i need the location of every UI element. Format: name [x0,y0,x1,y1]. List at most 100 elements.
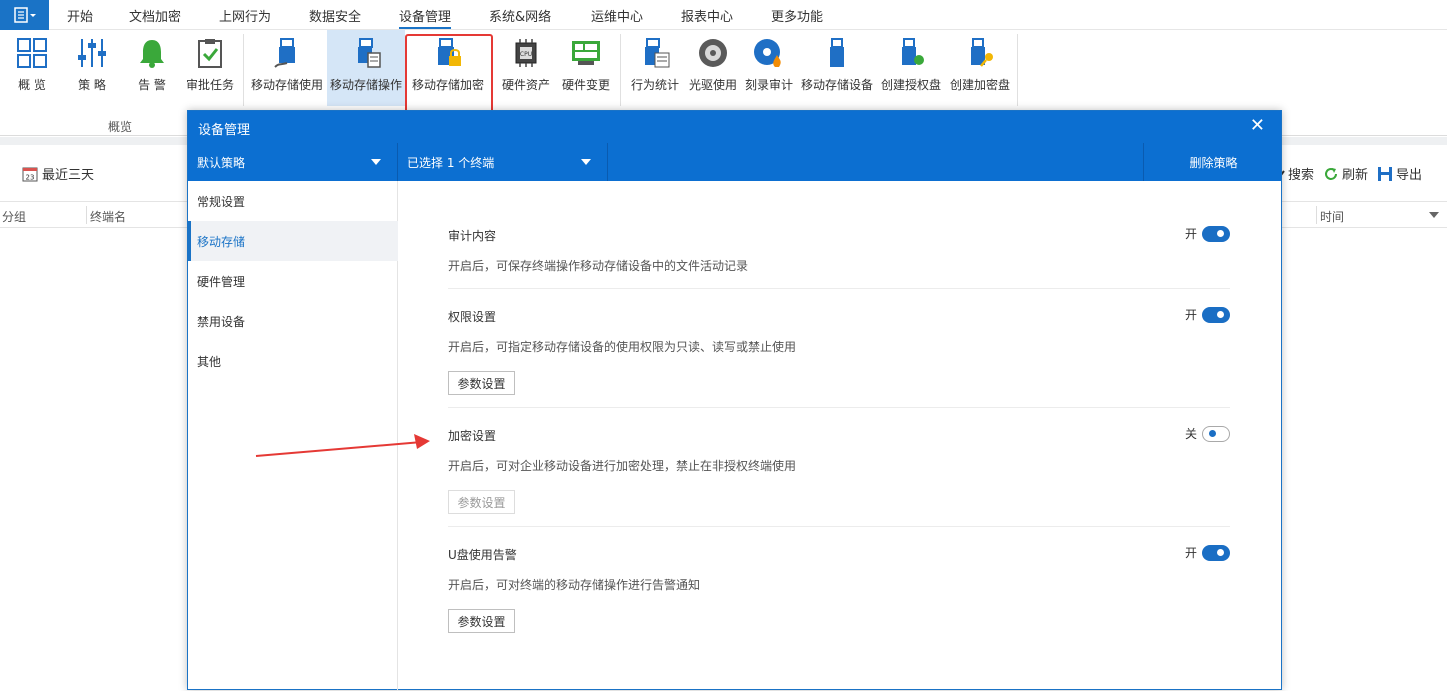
column-time[interactable]: 时间 [1320,208,1344,225]
column-separator [1316,206,1317,224]
menu-item-start[interactable]: 开始 [67,6,93,25]
sidebar-item-hardware[interactable]: 硬件管理 [188,261,398,301]
encryption-params-button[interactable]: 参数设置 [448,490,515,514]
cd-drive-button[interactable]: 光驱使用 [686,30,740,106]
toggle-state-label: 开 [1184,308,1197,322]
close-icon[interactable]: ✕ [1250,115,1265,136]
create-auth-disk-button[interactable]: 创建授权盘 [880,30,942,106]
menu-item-web-behavior[interactable]: 上网行为 [219,6,271,25]
export-button[interactable]: 导出 [1377,164,1422,183]
terminal-select[interactable]: 已选择 1 个终端 [398,143,608,181]
ribbon-separator [1017,34,1018,106]
hardware-assets-button[interactable]: CPU 硬件资产 [500,30,552,106]
delete-policy-label: 删除策略 [1189,155,1238,170]
behavior-stats-label: 行为统计 [630,78,679,92]
alarm-button[interactable]: 告 警 [128,30,176,106]
overview-button[interactable]: 概 览 [8,30,56,106]
cpu-icon: CPU [509,36,543,70]
setting-description: 开启后，可对终端的移动存储操作进行告警通知 [448,578,701,592]
setting-title: 权限设置 [448,310,497,324]
usb-device-button[interactable]: 移动存储设备 [800,30,874,106]
permission-toggle[interactable]: 开 [1185,306,1230,323]
hardware-change-button[interactable]: 硬件变更 [560,30,612,106]
setting-usb-alarm: U盘使用告警 开启后，可对终端的移动存储操作进行告警通知 开 参数设置 [448,544,1230,646]
column-group[interactable]: 分组 [2,208,26,225]
date-range-button[interactable]: 23 最近三天 [22,164,94,183]
sidebar-item-removable-storage[interactable]: 移动存储 [188,221,398,261]
toggle-switch[interactable] [1202,425,1230,442]
create-encrypt-disk-button[interactable]: 创建加密盘 [948,30,1012,106]
document-list-icon [13,7,36,23]
behavior-stats-icon [638,36,672,70]
setting-description: 开启后，可指定移动存储设备的使用权限为只读、读写或禁止使用 [448,340,797,354]
setting-title: U盘使用告警 [448,548,517,562]
ribbon-separator [243,34,244,106]
terminal-select-value: 已选择 1 个终端 [407,155,495,170]
alarm-bell-icon [135,36,169,70]
usb-usage-button[interactable]: 移动存储使用 [249,30,325,106]
create-encrypt-disk-label: 创建加密盘 [949,78,1010,92]
refresh-icon [1325,167,1337,180]
usb-operation-label: 移动存储操作 [329,78,402,92]
create-auth-disk-icon [894,36,928,70]
app-menu-button[interactable] [0,0,49,30]
svg-text:CPU: CPU [520,51,532,58]
toggle-switch[interactable] [1202,225,1230,242]
annotation-arrow [255,434,430,457]
section-divider [448,526,1230,527]
toggle-switch[interactable] [1202,544,1230,561]
policy-select-value: 默认策略 [197,155,246,170]
sidebar-item-disabled-devices[interactable]: 禁用设备 [188,301,398,341]
refresh-button[interactable]: 刷新 [1323,164,1368,183]
menu-item-system-network[interactable]: 系统&网络 [489,6,551,25]
hardware-change-icon [569,36,603,70]
usb-alarm-params-button[interactable]: 参数设置 [448,609,515,633]
policy-sliders-icon [75,36,109,70]
menu-item-device-management[interactable]: 设备管理 [399,6,452,29]
burn-audit-button[interactable]: 刻录审计 [743,30,795,106]
setting-permission: 权限设置 开启后，可指定移动存储设备的使用权限为只读、读写或禁止使用 开 参数设… [448,306,1230,408]
sidebar-item-other[interactable]: 其他 [188,341,398,381]
date-range-label: 最近三天 [42,168,95,183]
column-terminal-name[interactable]: 终端名 [90,208,126,225]
behavior-stats-button[interactable]: 行为统计 [628,30,682,106]
menu-item-ops-center[interactable]: 运维中心 [591,6,643,25]
delete-policy-button[interactable]: 删除策略 [1143,143,1283,181]
refresh-label: 刷新 [1342,168,1369,183]
sidebar-item-general[interactable]: 常规设置 [188,181,398,221]
usb-device-label: 移动存储设备 [800,78,873,92]
dialog-title: 设备管理 [198,123,251,138]
usb-alarm-toggle[interactable]: 开 [1185,544,1230,561]
column-separator [86,206,87,224]
toggle-switch[interactable] [1202,306,1230,323]
toggle-state-label: 关 [1184,427,1197,441]
audit-toggle[interactable]: 开 [1185,225,1230,242]
approval-task-button[interactable]: 审批任务 [184,30,236,106]
approval-clipboard-icon [193,36,227,70]
svg-text:23: 23 [26,173,35,181]
menu-item-data-security[interactable]: 数据安全 [309,6,361,25]
dialog-title-bar: 设备管理 ✕ [188,111,1281,143]
menu-item-more[interactable]: 更多功能 [771,6,823,25]
policy-select[interactable]: 默认策略 [188,143,398,181]
toggle-state-label: 开 [1184,227,1197,241]
encryption-toggle[interactable]: 关 [1185,425,1230,442]
policy-button[interactable]: 策 略 [68,30,116,106]
setting-title: 审计内容 [448,229,497,243]
approval-task-label: 审批任务 [185,78,234,92]
overview-grid-icon [15,36,49,70]
menu-item-report-center[interactable]: 报表中心 [681,6,733,25]
chevron-down-icon[interactable] [1429,212,1439,218]
cd-drive-label: 光驱使用 [688,78,737,92]
calendar-icon: 23 [22,167,38,181]
search-label: 搜索 [1288,168,1315,183]
permission-params-button[interactable]: 参数设置 [448,371,515,395]
menu-item-doc-encrypt[interactable]: 文档加密 [129,6,181,25]
create-auth-disk-label: 创建授权盘 [880,78,941,92]
alarm-label: 告 警 [138,78,166,92]
usb-operation-button[interactable]: 移动存储操作 [327,30,405,106]
chevron-down-icon [581,159,591,165]
setting-audit-content: 审计内容 开启后，可保存终端操作移动存储设备中的文件活动记录 开 [448,225,1230,287]
setting-description: 开启后，可对企业移动设备进行加密处理，禁止在非授权终端使用 [448,459,797,473]
cd-drive-icon [696,36,730,70]
